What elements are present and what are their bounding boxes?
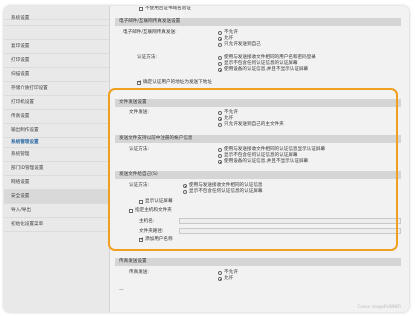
login-auth-radio-1[interactable] <box>218 154 222 158</box>
add-user-label: 添加用户名称 <box>145 237 173 242</box>
email-confirm-label: 确定认证用户的地址为发送下地址 <box>143 80 212 85</box>
sidebar-item-scan-settings[interactable]: 扫描设置 <box>4 68 109 82</box>
sidebar-item-2[interactable] <box>4 26 109 40</box>
show-auth-label: 显示认证屏幕 <box>145 199 173 204</box>
login-auth-label: 认证方法: <box>129 147 149 152</box>
file-send-label: 文件发送: <box>129 110 149 115</box>
email-auth-radio-2[interactable] <box>218 68 222 72</box>
sidebar-header-admin: 系统管理设置 <box>4 138 109 148</box>
settings-window: 系统设置 复印设置 打印设置 扫描设置 存储介质打印设置 打印机设置 传真设置 … <box>4 6 409 312</box>
folder-section-title: 发送文件给自己(S) <box>115 171 401 179</box>
email-section-title: 电子邮件/互联网传真发送设置 <box>115 18 401 26</box>
login-auth-option-1: 显示不包含任何认证信息的认证屏幕 <box>224 153 298 158</box>
sidebar-item-print-settings[interactable]: 打印设置 <box>4 54 109 68</box>
sidebar-item-init-menu[interactable]: 初始化设置菜单 <box>4 218 109 232</box>
sidebar-item-copy-settings[interactable]: 复印设置 <box>4 40 109 54</box>
host-label: 主机名: <box>139 219 155 224</box>
fax-send-radio-1[interactable] <box>218 277 222 281</box>
login-auth-radio-2[interactable] <box>218 160 222 164</box>
email-auth-option-1: 显示不包含任何认证信息的认证屏幕 <box>224 61 298 66</box>
folder-auth-radio-1[interactable] <box>183 190 187 194</box>
email-confirm-checkbox[interactable] <box>137 80 142 85</box>
footer-dash: — <box>119 288 124 293</box>
email-auth-label: 认证方法: <box>137 55 157 60</box>
file-send-radio-0[interactable] <box>218 111 222 115</box>
sidebar-item-system-management[interactable]: 系统管理 <box>4 148 109 162</box>
top-line: 不使用且证书域名验证 <box>145 6 191 11</box>
email-send-radio-2[interactable] <box>218 43 222 47</box>
email-auth-option-2: 使用设备的认证信息,并且不显示认证屏幕 <box>224 67 309 72</box>
sidebar-item-fax-settings[interactable]: 传真设置 <box>4 110 109 124</box>
folder-auth-label: 认证方法: <box>129 183 149 188</box>
folder-auth-option-0: 使用与发送接收文件相同的认证信息 <box>189 183 263 188</box>
sidebar-item-media-print-settings[interactable]: 存储介质打印设置 <box>4 82 109 96</box>
login-auth-option-2: 使用设备的认证信息,并且不显示认证屏幕 <box>224 159 309 164</box>
sidebar-item-system-settings[interactable]: 系统设置 <box>4 12 109 26</box>
fax-send-option-1: 允许 <box>224 276 234 281</box>
login-auth-option-0: 使用与发送接收文件相同的认证信息显示认证屏幕 <box>224 147 326 152</box>
main-content: 不使用且证书域名验证 电子邮件/互联网传真发送设置 电子邮件/互联网传真发送: … <box>115 6 409 312</box>
file-section-title: 文件发送设置 <box>115 99 401 107</box>
specify-folder-checkbox[interactable] <box>129 209 133 213</box>
path-label: 文件夹路径: <box>139 229 164 234</box>
sidebar-item-dept-id[interactable]: 部门ID管理设置 <box>4 162 109 176</box>
sidebar-item-security[interactable]: 安全设置 <box>4 190 109 204</box>
sidebar-item-import-export[interactable]: 导入/导出 <box>4 204 109 218</box>
fax-send-option-0: 不允许 <box>224 270 238 275</box>
folder-auth-radio-0[interactable] <box>183 184 187 188</box>
email-send-label: 电子邮件/互联网传真发送: <box>123 30 177 35</box>
email-send-radio-1[interactable] <box>218 37 222 41</box>
top-checkbox[interactable] <box>139 7 143 11</box>
sidebar: 系统设置 复印设置 打印设置 扫描设置 存储介质打印设置 打印机设置 传真设置 … <box>4 6 110 312</box>
folder-auth-option-1: 显示不包含任何认证信息的认证屏幕 <box>189 189 263 194</box>
file-send-option-2: 只允许发送到自己的主文件夹 <box>224 122 284 127</box>
path-input[interactable] <box>179 228 401 234</box>
login-auth-radio-0[interactable] <box>218 148 222 152</box>
show-auth-checkbox[interactable] <box>139 200 143 204</box>
specify-folder-label: 指定主机和文件夹 <box>135 208 172 213</box>
sidebar-item-network[interactable]: 网络设置 <box>4 176 109 190</box>
email-auth-radio-1[interactable] <box>218 62 222 66</box>
sidebar-item-printer-settings[interactable]: 打印机设置 <box>4 96 109 110</box>
email-send-option-1: 允许 <box>224 36 234 41</box>
file-send-radio-1[interactable] <box>218 117 222 121</box>
fax-section-title: 传真发送设置 <box>115 258 401 266</box>
file-send-option-0: 不允许 <box>224 110 238 115</box>
email-send-option-0: 不允许 <box>224 30 238 35</box>
login-section-title: 发送文件支持以前中注册的帐户信息 <box>115 135 401 143</box>
host-input[interactable] <box>179 218 401 224</box>
add-user-checkbox[interactable] <box>139 237 144 242</box>
footer-watermark: Canon imageRUNNER <box>357 304 402 309</box>
fax-send-label: 传真发送: <box>129 270 149 275</box>
email-send-option-2: 只允许发送到自己 <box>224 42 261 47</box>
file-send-radio-2[interactable] <box>218 123 222 127</box>
file-send-option-1: 允许 <box>224 116 234 121</box>
email-auth-radio-0[interactable] <box>218 56 222 60</box>
sidebar-item-output-settings[interactable]: 输出制作设置 <box>4 124 109 138</box>
email-send-radio-0[interactable] <box>218 31 222 35</box>
fax-send-radio-0[interactable] <box>218 271 222 275</box>
email-auth-option-0: 使用与发送接收文件相同的用户名和密码登录 <box>224 55 316 60</box>
